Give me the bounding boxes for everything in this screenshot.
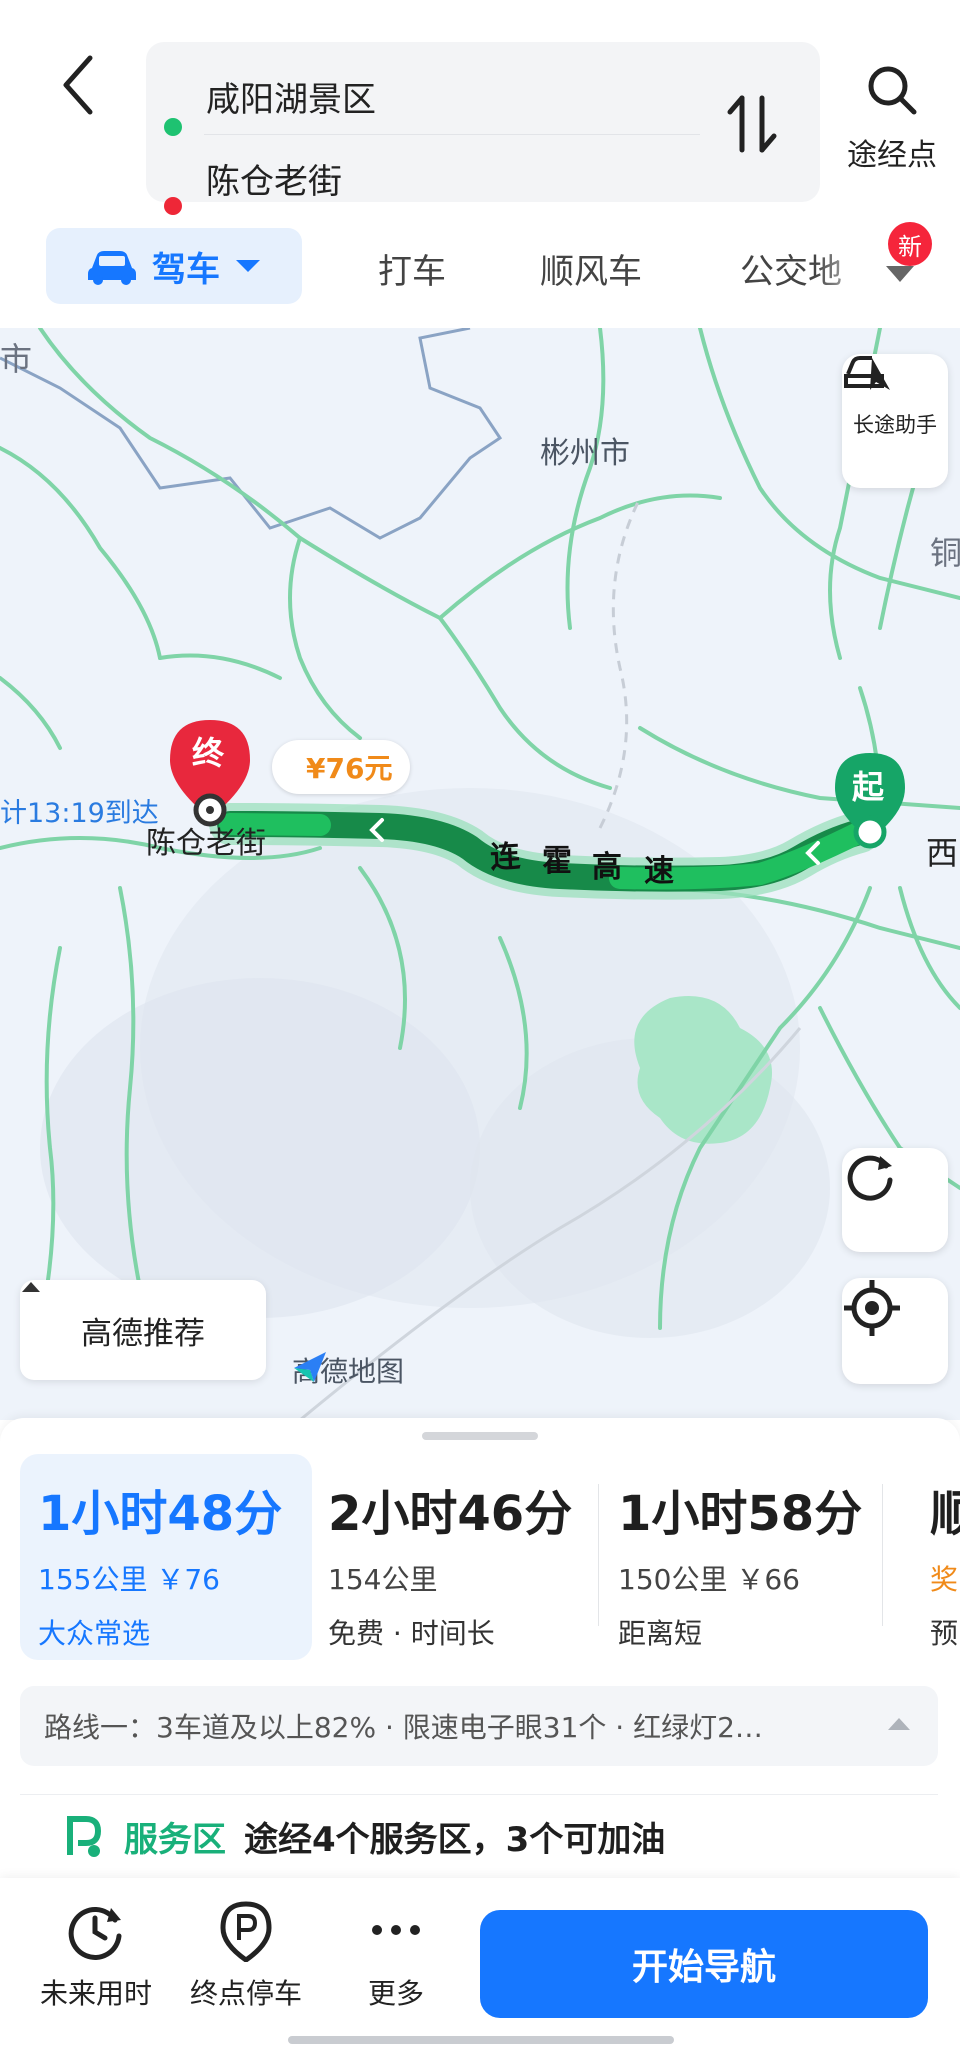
end-location-field[interactable]: 陈仓老街 (206, 146, 342, 210)
start-location-text: 咸阳湖景区 (206, 79, 376, 120)
service-area-text: 途经4个服务区，3个可加油 (244, 1820, 666, 1860)
clock-icon (68, 1906, 122, 1960)
route-divider (598, 1484, 599, 1626)
amap-recommend-dropdown[interactable]: 高德推荐 (20, 1280, 266, 1380)
map-canvas (0, 328, 960, 1420)
refresh-button[interactable] (842, 1148, 948, 1252)
more-dots-icon (372, 1925, 420, 1935)
service-area-tag: 服务区 (124, 1820, 226, 1860)
highway-label-4: 速 (644, 854, 674, 889)
home-indicator[interactable] (288, 2036, 674, 2044)
route-time: 顺 (930, 1486, 960, 1542)
route-tag: 大众常选 (38, 1617, 151, 1650)
route-divider (882, 1484, 883, 1626)
route-summary-text: 路线一：3车道及以上82% · 限速电子眼31个 · 红绿灯2… (44, 1711, 763, 1744)
caret-down-icon (236, 260, 260, 272)
route-distance: 154公里 (328, 1563, 438, 1596)
start-navigation-label: 开始导航 (631, 1947, 776, 1988)
map-city-tong: 铜 (930, 534, 960, 572)
more-label: 更多 (367, 1977, 424, 2010)
bottom-action-bar: 未来用时 终点停车 更多 开始导航 (0, 1878, 960, 2048)
amap-logo-icon (294, 1352, 326, 1382)
car-assistant-icon (844, 356, 890, 390)
fee-tag: ¥76元 (272, 740, 411, 794)
map-view[interactable]: 彬州市 西 铜 市 连 霍 高 速 终 起 ¥76元 计13:19到达 陈仓老街… (0, 328, 960, 1420)
end-pin-label: 终 (192, 734, 225, 772)
route-distance: 奖 (930, 1563, 959, 1596)
map-city-edge: 市 (0, 340, 33, 378)
route-tag: 距离短 (618, 1617, 703, 1650)
start-pin-label: 起 (852, 768, 885, 806)
parking-pin-icon (220, 1901, 272, 1964)
chevron-left-icon (63, 55, 93, 115)
end-location-map-label: 陈仓老街 (146, 826, 266, 861)
parking-service-icon (67, 1815, 102, 1857)
tab-fade-overlay (816, 228, 876, 308)
refresh-icon (847, 1155, 893, 1201)
route-header: 咸阳湖景区 陈仓老街 途经点 驾车 打车 顺风车 公交地 新 (0, 0, 960, 328)
tab-drive[interactable]: 驾车 (46, 228, 302, 304)
route-summary-bar[interactable]: 路线一：3车道及以上82% · 限速电子眼31个 · 红绿灯2… (20, 1686, 938, 1766)
amap-recommend-label: 高德推荐 (81, 1315, 205, 1352)
swap-arrows-icon (727, 95, 777, 153)
waypoint-button[interactable]: 途经点 (838, 62, 946, 182)
route-time: 1小时58分 (618, 1486, 863, 1542)
drag-handle[interactable] (422, 1432, 538, 1440)
long-trip-assistant-button[interactable]: 长途助手 (842, 354, 948, 488)
highway-label-1: 连 (489, 839, 522, 876)
back-button[interactable] (58, 50, 118, 130)
future-time-button[interactable]: 未来用时 (26, 1900, 166, 2012)
route-distance: 155公里 ￥76 (38, 1563, 220, 1596)
end-dot-icon (164, 197, 182, 215)
more-button[interactable]: 更多 (326, 1900, 466, 2012)
route-distance: 150公里 ￥66 (618, 1563, 800, 1596)
route-tag: 免费 · 时间长 (328, 1617, 495, 1650)
search-icon (868, 66, 917, 115)
arrival-time-tip: 计13:19到达 (0, 798, 159, 829)
highway-label-2: 霍 (542, 844, 572, 879)
dest-parking-button[interactable]: 终点停车 (176, 1900, 316, 2012)
locate-icon (844, 1280, 900, 1336)
amap-logo: 高德地图 (292, 1350, 404, 1390)
dest-parking-label: 终点停车 (189, 1977, 302, 2010)
caret-up-icon (888, 1718, 910, 1730)
route-tag: 预 (930, 1617, 959, 1650)
future-time-label: 未来用时 (39, 1977, 152, 2010)
tab-carpool[interactable]: 顺风车 (540, 244, 642, 293)
caret-up-icon (22, 1282, 40, 1292)
start-dot-icon (164, 118, 182, 136)
route-divider (204, 134, 700, 135)
route-option-3[interactable]: 1小时58分 150公里 ￥66 距离短 (600, 1454, 880, 1660)
map-city-xi: 西 (926, 834, 959, 872)
service-area-row[interactable]: 服务区 途经4个服务区，3个可加油 (20, 1794, 938, 1878)
travel-mode-tabs: 驾车 打车 顺风车 公交地 新 (0, 222, 960, 308)
start-navigation-button[interactable]: 开始导航 (480, 1910, 928, 2018)
route-options-sheet: 1小时48分 155公里 ￥76 大众常选 2小时46分 154公里 免费 · … (0, 1418, 960, 1878)
route-option-1[interactable]: 1小时48分 155公里 ￥76 大众常选 (20, 1454, 312, 1660)
fee-tag-text: ¥76元 (306, 752, 393, 785)
swap-button[interactable] (722, 90, 782, 158)
map-city-binzhou: 彬州市 (540, 436, 630, 471)
route-time: 2小时46分 (328, 1486, 573, 1542)
end-location-text: 陈仓老街 (206, 161, 342, 202)
highway-label-3: 高 (592, 850, 622, 885)
route-time: 1小时48分 (38, 1486, 283, 1542)
locate-button[interactable] (842, 1278, 948, 1384)
new-badge: 新 (888, 222, 932, 266)
long-trip-label: 长途助手 (853, 413, 937, 437)
start-location-field[interactable]: 咸阳湖景区 (206, 64, 376, 128)
tab-drive-label: 驾车 (152, 249, 220, 290)
tab-taxi[interactable]: 打车 (378, 244, 446, 293)
waypoint-label: 途经点 (847, 138, 937, 173)
route-input-box: 咸阳湖景区 陈仓老街 (146, 42, 820, 215)
route-option-4[interactable]: 顺 奖 预 (914, 1454, 960, 1660)
car-icon (88, 251, 136, 285)
route-option-2[interactable]: 2小时46分 154公里 免费 · 时间长 (310, 1454, 598, 1660)
